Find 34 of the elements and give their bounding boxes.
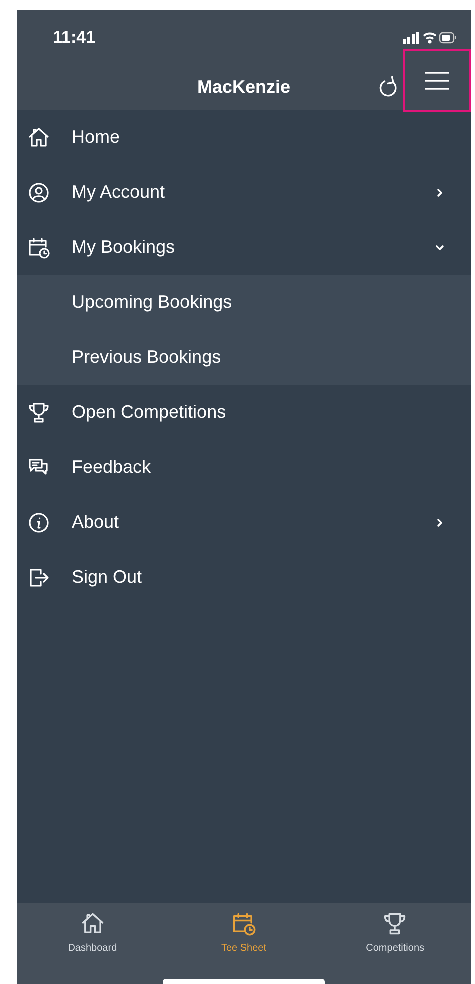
menu-item[interactable]: My Bookings bbox=[17, 220, 471, 275]
chevron-right-icon bbox=[435, 188, 445, 198]
trophy-icon bbox=[27, 400, 51, 424]
submenu-item[interactable]: Previous Bookings bbox=[72, 344, 222, 371]
menu-item-label: My Account bbox=[72, 181, 166, 204]
trophy-icon bbox=[382, 911, 408, 937]
info-icon bbox=[27, 510, 51, 534]
home-icon bbox=[27, 126, 51, 150]
status-icons bbox=[403, 30, 457, 44]
header-title: MacKenzie bbox=[197, 76, 291, 99]
tab[interactable]: Tee Sheet bbox=[168, 911, 320, 956]
menu-item-label: Sign Out bbox=[72, 566, 144, 589]
menu-item-label: Feedback bbox=[72, 456, 152, 479]
tab[interactable]: Dashboard bbox=[17, 911, 168, 956]
menu-item[interactable]: Open Competitions bbox=[17, 385, 471, 440]
menu-button[interactable] bbox=[403, 49, 471, 112]
menu-item[interactable]: Feedback bbox=[17, 440, 471, 495]
chevron-down-icon bbox=[435, 242, 445, 252]
chevron-right-icon bbox=[435, 518, 445, 528]
calendar-clock-icon bbox=[27, 236, 51, 260]
menu-item-label: Home bbox=[72, 126, 122, 149]
menu-item[interactable]: My Account bbox=[17, 165, 471, 220]
menu-icon bbox=[424, 70, 450, 90]
menu-item[interactable]: About bbox=[17, 495, 471, 550]
menu-item-label: About bbox=[72, 511, 120, 534]
user-icon bbox=[27, 180, 51, 204]
submenu-item[interactable]: Upcoming Bookings bbox=[72, 289, 232, 316]
menu-item-label: Open Competitions bbox=[72, 401, 228, 424]
tab[interactable]: Competitions bbox=[320, 911, 471, 956]
menu-item[interactable]: Home bbox=[17, 110, 471, 165]
menu-item-label: My Bookings bbox=[72, 236, 176, 259]
menu-item[interactable]: Sign Out bbox=[17, 550, 471, 605]
status-time: 11:41 bbox=[53, 26, 96, 49]
calendar-clock-icon bbox=[230, 911, 257, 937]
